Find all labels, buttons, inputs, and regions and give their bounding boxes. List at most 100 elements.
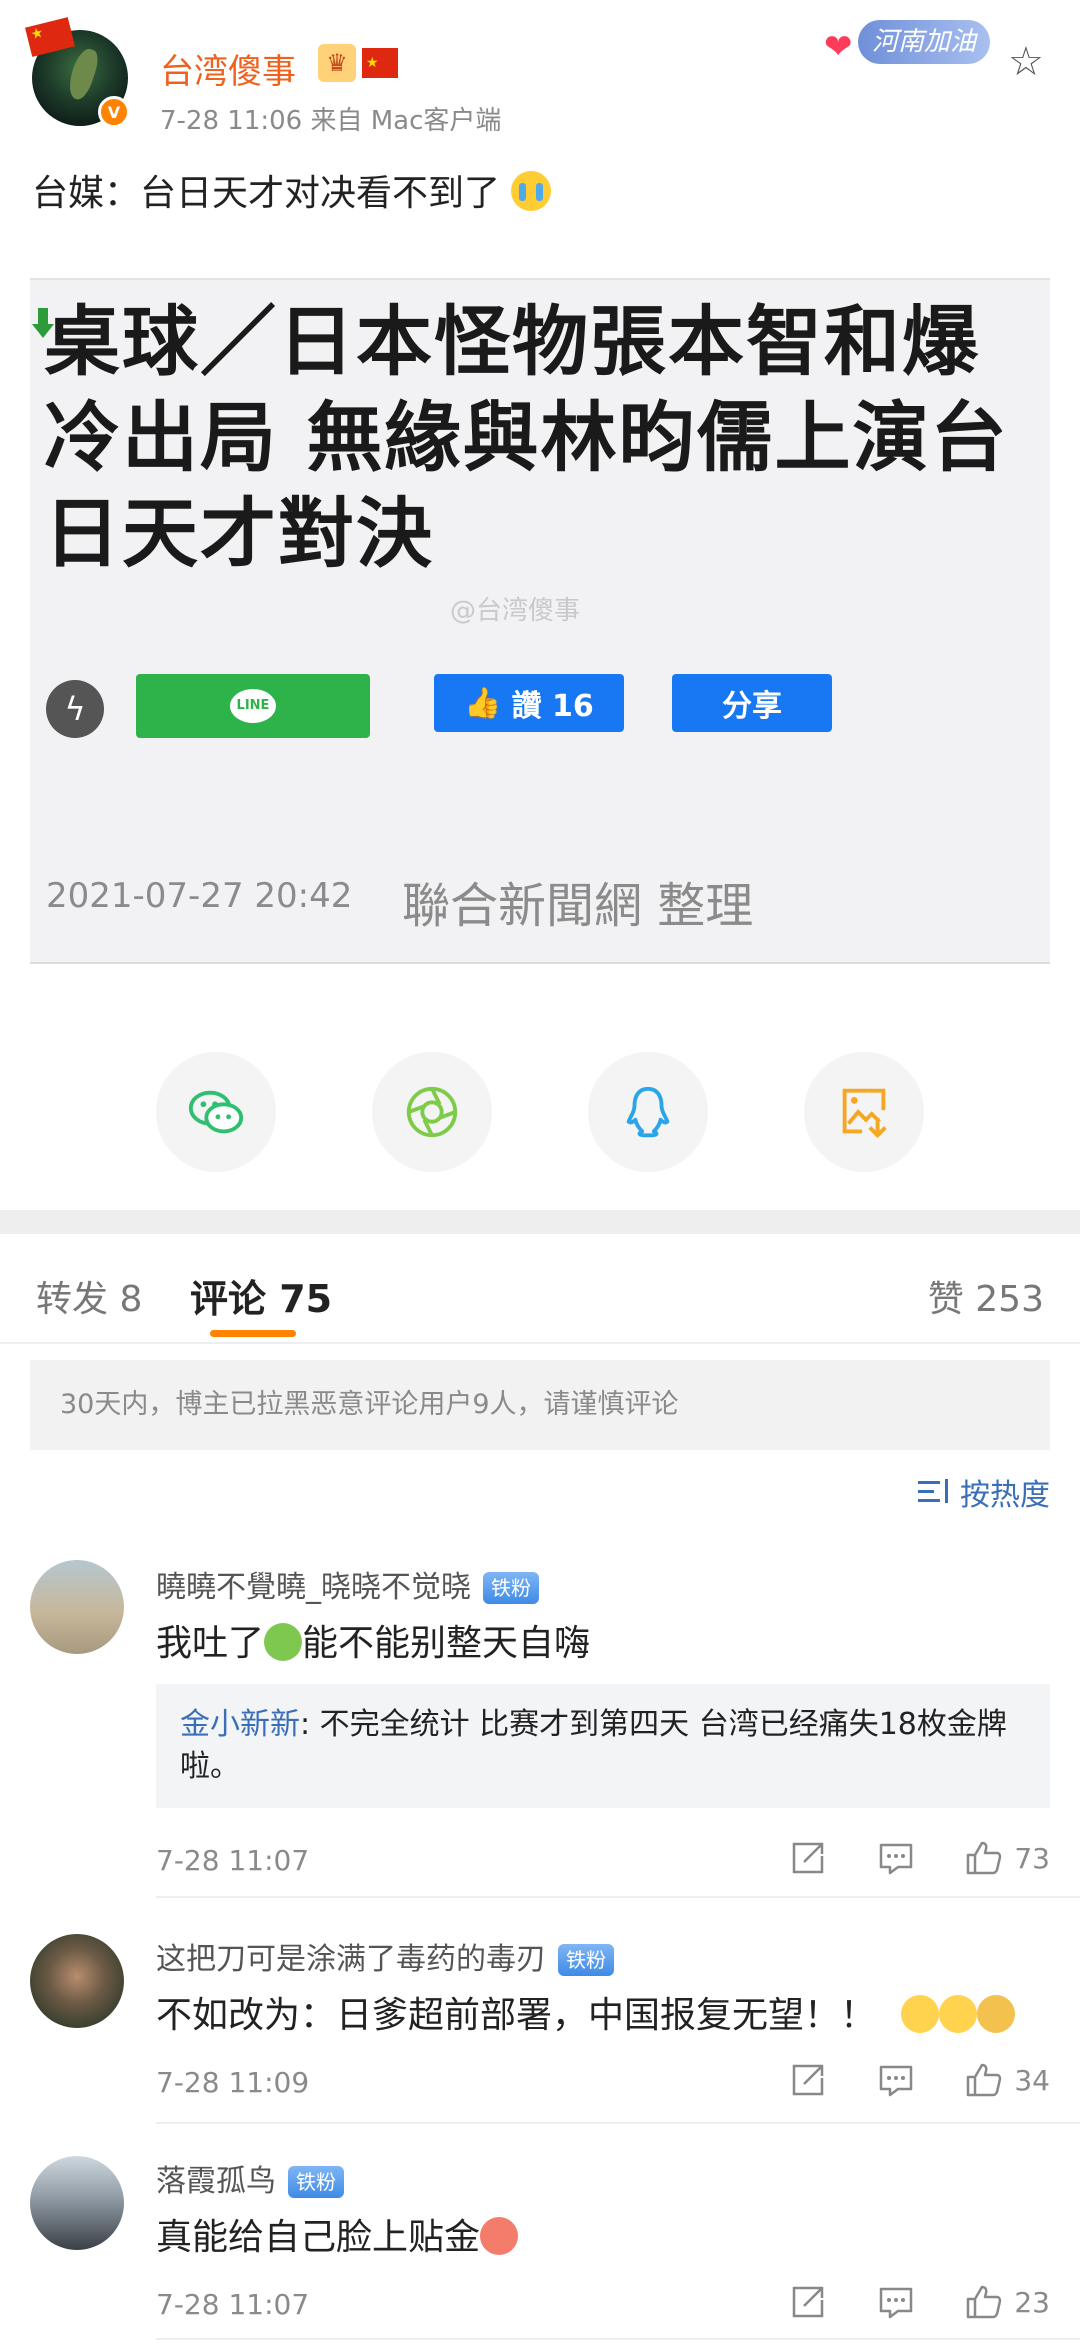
- line-label: LINE: [230, 689, 276, 723]
- share-row: [0, 1052, 1080, 1172]
- comment-icon: [880, 1843, 913, 1875]
- vip-crown-icon: ♛: [318, 44, 356, 82]
- fan-badge: 铁粉: [288, 2166, 344, 2198]
- comment-tabs: 转发 8 评论 75 赞 253: [0, 1234, 1080, 1344]
- active-tab-indicator: [210, 1330, 296, 1337]
- comment-text: 真能给自己脸上贴金: [156, 2208, 519, 2260]
- comment-actions: 73: [740, 1838, 1050, 1878]
- post-text: 台媒：台日天才对决看不到了: [32, 164, 552, 216]
- thumbs-up-icon: [967, 2285, 1002, 2319]
- like-count: 23: [1014, 2285, 1050, 2319]
- henan-badge: 河南加油 ❤: [820, 14, 1010, 70]
- doge-emoji-icon: [977, 1995, 1016, 2033]
- qq-icon: [626, 1086, 670, 1138]
- like-count: 34: [1014, 2063, 1050, 2097]
- reply-comment-button[interactable]: [876, 2060, 916, 2100]
- reply-text: : 不完全统计 比赛才到第四天 台湾已经痛失18枚金牌啦。: [180, 1707, 1007, 1784]
- favorite-star-icon[interactable]: ☆: [1008, 42, 1044, 82]
- sort-label: 按热度: [960, 1478, 1050, 1513]
- commenter-name-text: 落霞孤鸟: [156, 2164, 276, 2199]
- thumbs-up-icon: [967, 1841, 1002, 1875]
- comment-separator: [156, 2338, 1080, 2340]
- comment-actions: 34: [740, 2060, 1050, 2100]
- comment-icon: [880, 2287, 913, 2319]
- moments-icon: [406, 1086, 458, 1138]
- fan-badge: 铁粉: [558, 1944, 614, 1976]
- repost-icon: [793, 1842, 824, 1874]
- image-bottom-strip: [30, 962, 1050, 992]
- reply-comment-button[interactable]: [876, 2282, 916, 2322]
- image-top-strip: [30, 232, 1050, 280]
- repost-comment-button[interactable]: [788, 2282, 828, 2322]
- comment-notice: 30天内，博主已拉黑恶意评论用户9人，请谨慎评论: [30, 1360, 1050, 1450]
- comment-text-part: 我吐了: [156, 1623, 265, 1664]
- repost-icon: [793, 2064, 824, 2096]
- crying-emoji-icon: [511, 171, 552, 211]
- line-share-button: LINE: [136, 674, 370, 738]
- eye-roll-emoji-icon: [901, 1995, 940, 2033]
- comment-reply[interactable]: 金小新新: 不完全统计 比赛才到第四天 台湾已经痛失18枚金牌啦。: [156, 1684, 1050, 1808]
- henan-badge-text: 河南加油: [858, 20, 991, 64]
- comment-time: 7-28 11:07: [156, 2288, 310, 2321]
- comment-text-content: 不如改为：日爹超前部署，中国报复无望！！: [156, 1995, 877, 2036]
- share-moments-button[interactable]: [372, 1052, 492, 1172]
- reply-username[interactable]: 金小新新: [180, 1707, 300, 1742]
- reply-comment-button[interactable]: [876, 1838, 916, 1878]
- post-text-content: 台媒：台日天才对决看不到了: [32, 173, 501, 214]
- repost-comment-button[interactable]: [788, 1838, 828, 1878]
- china-flag-icon: ★: [362, 48, 398, 78]
- author-avatar[interactable]: V: [25, 17, 130, 128]
- news-screenshot-image[interactable]: 桌球／日本怪物張本智和爆冷出局 無緣與林昀儒上演台日天才對決 @台湾傻事 ϟ L…: [30, 232, 1050, 992]
- heart-icon: ❤: [824, 27, 853, 67]
- post-meta: 7-28 11:06 来自 Mac客户端: [160, 106, 502, 136]
- repost-comment-button[interactable]: [788, 2060, 828, 2100]
- verified-icon: V: [98, 96, 130, 128]
- section-divider: [0, 1210, 1080, 1234]
- tab-repost[interactable]: 转发 8: [36, 1270, 142, 1322]
- watermark: @台湾傻事: [450, 596, 581, 626]
- commenter-avatar[interactable]: [30, 1934, 124, 2028]
- facebook-like-button: 👍 讚 16: [434, 674, 624, 732]
- comment-icon: [880, 2065, 913, 2097]
- share-qq-button[interactable]: [588, 1052, 708, 1172]
- like-comment-button[interactable]: 23: [964, 2282, 1050, 2322]
- comment-time: 7-28 11:07: [156, 1844, 310, 1877]
- news-source: 聯合新聞網 整理: [402, 878, 754, 934]
- sort-icon: [918, 1477, 952, 1507]
- comment-text-part: 能不能别整天自嗨: [302, 1623, 591, 1664]
- save-image-button[interactable]: [804, 1052, 924, 1172]
- like-comment-button[interactable]: 73: [964, 1838, 1050, 1878]
- fan-badge: 铁粉: [483, 1572, 539, 1604]
- commenter-name[interactable]: 落霞孤鸟 铁粉: [156, 2156, 344, 2200]
- share-wechat-button[interactable]: [156, 1052, 276, 1172]
- like-label: 讚 16: [511, 689, 594, 724]
- commenter-name-text: 曉曉不覺曉_晓晓不觉晓: [156, 1570, 471, 1605]
- comment-actions: 23: [740, 2282, 1050, 2322]
- repost-icon: [793, 2286, 824, 2318]
- tab-like[interactable]: 赞 253: [928, 1270, 1044, 1322]
- news-date: 2021-07-27 20:42: [46, 876, 353, 916]
- commenter-name[interactable]: 这把刀可是涂满了毒药的毒刃 铁粉: [156, 1934, 614, 1978]
- vomit-emoji-icon: [264, 1623, 303, 1661]
- commenter-name[interactable]: 曉曉不覺曉_晓晓不觉晓 铁粉: [156, 1562, 539, 1606]
- like-comment-button[interactable]: 34: [964, 2060, 1050, 2100]
- tab-comment[interactable]: 评论 75: [190, 1268, 332, 1323]
- commenter-avatar[interactable]: [30, 1560, 124, 1654]
- author-name[interactable]: 台湾傻事: [160, 44, 296, 93]
- pig-head-emoji-icon: [480, 2217, 519, 2255]
- thumbs-up-icon: 👍: [464, 685, 502, 721]
- save-image-icon: [842, 1088, 887, 1138]
- comment-time: 7-28 11:09: [156, 2066, 310, 2099]
- comment-separator: [156, 2122, 1080, 2124]
- facebook-share-button: 分享: [672, 674, 832, 732]
- comment-text-content: 真能给自己脸上贴金: [156, 2217, 481, 2258]
- wechat-icon: [188, 1090, 244, 1134]
- comment-text: 我吐了 能不能别整天自嗨: [156, 1614, 590, 1666]
- eye-roll-emoji-icon: [939, 1995, 978, 2033]
- commenter-avatar[interactable]: [30, 2156, 124, 2250]
- sort-by-hot-button[interactable]: 按热度: [918, 1470, 1050, 1514]
- comment-text: 不如改为：日爹超前部署，中国报复无望！！: [156, 1986, 1016, 2038]
- like-count: 73: [1014, 1841, 1050, 1875]
- comment-separator: [156, 1896, 1080, 1898]
- post-header: V 台湾傻事 ♛ ★ 7-28 11:06 来自 Mac客户端 河南加油 ❤ ☆: [0, 0, 1080, 150]
